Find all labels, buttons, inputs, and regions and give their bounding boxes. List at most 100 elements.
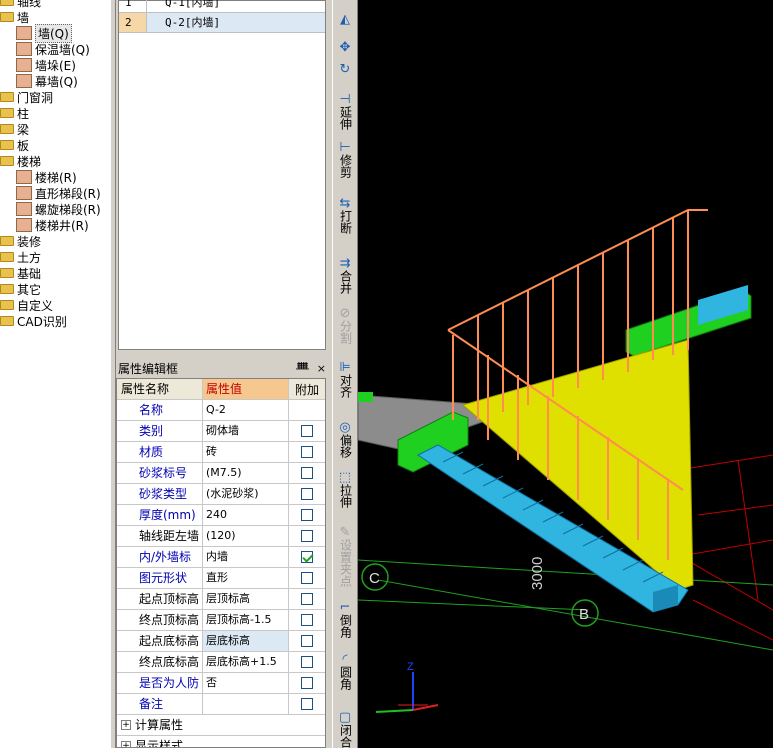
property-value[interactable]: (水泥砂浆) (203, 484, 289, 504)
extra-checkbox[interactable] (301, 467, 313, 479)
tree-folder-b-3[interactable]: 其它 (0, 281, 41, 297)
tree-item-stair-2[interactable]: 螺旋梯段(R) (16, 201, 101, 217)
property-row[interactable]: 砂浆类型 (水泥砂浆) (117, 484, 325, 505)
property-row[interactable]: 备注 (117, 694, 325, 715)
property-group-row[interactable]: + 显示样式 (117, 736, 325, 747)
property-row[interactable]: 轴线距左墙 (120) (117, 526, 325, 547)
tree-item-wall-3[interactable]: 幕墙(Q) (16, 73, 78, 89)
extra-checkbox[interactable] (301, 635, 313, 647)
3d-scene[interactable]: C B 3000 Z (358, 0, 773, 748)
toolbar-button-fillet[interactable]: ◜ 圆角 (333, 652, 357, 691)
property-value[interactable]: 240 (203, 505, 289, 525)
extra-checkbox[interactable] (301, 572, 313, 584)
tree-item-wall-0[interactable]: 墙(Q) (16, 23, 72, 43)
property-value[interactable]: 层底标高+1.5 (203, 652, 289, 672)
property-row[interactable]: 终点底标高 层底标高+1.5 (117, 652, 325, 673)
toolbar-button-merge[interactable]: ⇉ 合并 (333, 256, 357, 295)
extra-checkbox[interactable] (301, 614, 313, 626)
toolbar-button-trim[interactable]: ⊢ 修剪 (333, 140, 357, 179)
property-value[interactable]: 砖 (203, 442, 289, 462)
extra-checkbox[interactable] (301, 656, 313, 668)
property-value[interactable]: 层顶标高 (203, 589, 289, 609)
slab-edge-beam (358, 392, 373, 402)
axis-b-label: B (579, 606, 589, 623)
property-value[interactable]: Q-2 (203, 400, 289, 420)
toolbar-button-extend[interactable]: ⊣ 延伸 (333, 92, 357, 131)
toolbar-button-label: 修剪 (338, 154, 353, 178)
tree-folder-b-1[interactable]: 土方 (0, 249, 41, 265)
tree-item-stair-0[interactable]: 楼梯(R) (16, 169, 77, 185)
property-row[interactable]: 起点底标高 层底标高 (117, 631, 325, 652)
tree-folder-a-1[interactable]: 柱 (0, 105, 29, 121)
toolbar-button-chamfer[interactable]: ⌐ 倒角 (333, 600, 357, 639)
close-icon[interactable]: × (317, 362, 326, 375)
property-value[interactable] (203, 694, 289, 714)
extra-checkbox[interactable] (301, 509, 313, 521)
extra-checkbox[interactable] (301, 551, 313, 563)
property-row[interactable]: 材质砖 (117, 442, 325, 463)
toolbar-button-align[interactable]: ⊫ 对齐 (333, 360, 357, 399)
3d-viewport[interactable]: C B 3000 Z (358, 0, 773, 748)
tree-item-stair-1[interactable]: 直形梯段(R) (16, 185, 101, 201)
tree-folder-stair[interactable]: 楼梯 (0, 153, 41, 169)
extra-checkbox[interactable] (301, 593, 313, 605)
toolbar-button-grip[interactable]: ✎ 设置夹点 (333, 525, 357, 588)
property-value[interactable]: 砌体墙 (203, 421, 289, 441)
toolbar-button-rotate[interactable]: ↻ (333, 62, 357, 76)
tree-folder-b-5[interactable]: CAD识别 (0, 313, 67, 329)
extra-checkbox[interactable] (301, 488, 313, 500)
expand-icon[interactable]: + (121, 741, 131, 747)
tree-folder-a-3[interactable]: 板 (0, 137, 29, 153)
toolbar-button-label: 倒角 (338, 614, 353, 638)
expand-icon[interactable]: + (121, 720, 131, 730)
property-row[interactable]: 终点顶标高 层顶标高-1.5 (117, 610, 325, 631)
property-value[interactable]: 层底标高 (203, 631, 289, 651)
property-value[interactable]: (M7.5) (203, 463, 289, 483)
tree-folder-b-2-label: 基础 (17, 266, 42, 281)
extra-checkbox[interactable] (301, 446, 313, 458)
tree-folder-b-0[interactable]: 装修 (0, 233, 41, 249)
axis-gizmo: Z (375, 661, 439, 713)
property-name: 厚度(mm) (117, 505, 203, 525)
tree-item-wall-1[interactable]: 保温墙(Q) (16, 41, 90, 57)
toolbar-button-break[interactable]: ⇆ 打断 (333, 196, 357, 235)
extra-checkbox[interactable] (301, 425, 313, 437)
tree-folder-wall[interactable]: 墙 (0, 9, 29, 25)
tree-folder-a-2[interactable]: 梁 (0, 121, 29, 137)
property-row[interactable]: 类别 砌体墙 (117, 421, 325, 442)
tree-item-wall-2[interactable]: 墙垛(E) (16, 57, 76, 73)
property-row[interactable]: 厚度(mm) 240 (117, 505, 325, 526)
tree-item-stair-3[interactable]: 楼梯井(R) (16, 217, 89, 233)
list-row[interactable]: 1 Q-1[内墙] (119, 0, 325, 13)
toolbar-button-move[interactable]: ✥ (333, 40, 357, 54)
property-row[interactable]: 起点顶标高 层顶标高 (117, 589, 325, 610)
tree-folder-b-2[interactable]: 基础 (0, 265, 41, 281)
property-row[interactable]: 名称 Q-2 (117, 400, 325, 421)
toolbar-button-close-shape[interactable]: ▢ 闭合 (333, 710, 357, 748)
property-row[interactable]: 是否为人防否 (117, 673, 325, 694)
toolbar-button-split[interactable]: ⊘ 分割 (333, 306, 357, 345)
property-value[interactable]: 否 (203, 673, 289, 693)
pin-icon[interactable]: ᚙ (296, 362, 309, 375)
property-value[interactable]: 内墙 (203, 547, 289, 567)
extra-checkbox[interactable] (301, 677, 313, 689)
property-row[interactable]: 砂浆标号 (M7.5) (117, 463, 325, 484)
property-row[interactable]: 图元形状 直形 (117, 568, 325, 589)
tree-folder-wall-label: 墙 (17, 10, 30, 25)
extra-checkbox[interactable] (301, 698, 313, 710)
stairwell-icon (16, 218, 32, 232)
toolbar-button-mirror[interactable]: ◭ (333, 12, 357, 26)
property-group-row[interactable]: + 计算属性 (117, 715, 325, 736)
toolbar-button-stretch[interactable]: ⬚ 拉伸 (333, 470, 357, 509)
property-value[interactable]: (120) (203, 526, 289, 546)
extra-checkbox[interactable] (301, 530, 313, 542)
property-row[interactable]: 内/外墙标 内墙 (117, 547, 325, 568)
toolbar-button-offset[interactable]: ◎ 偏移 (333, 420, 357, 459)
property-value[interactable]: 直形 (203, 568, 289, 588)
list-row[interactable]: 2 Q-2[内墙] (119, 13, 325, 33)
component-tree: 轴线墙墙(Q) 保温墙(Q) 墙垛(E) 幕墙(Q) 门窗洞柱梁板楼梯 楼梯(R) 直形梯段… (0, 0, 110, 748)
tree-folder-b-4[interactable]: 自定义 (0, 297, 53, 313)
folder-icon (0, 92, 14, 102)
property-value[interactable]: 层顶标高-1.5 (203, 610, 289, 630)
tree-folder-a-0[interactable]: 门窗洞 (0, 89, 53, 105)
